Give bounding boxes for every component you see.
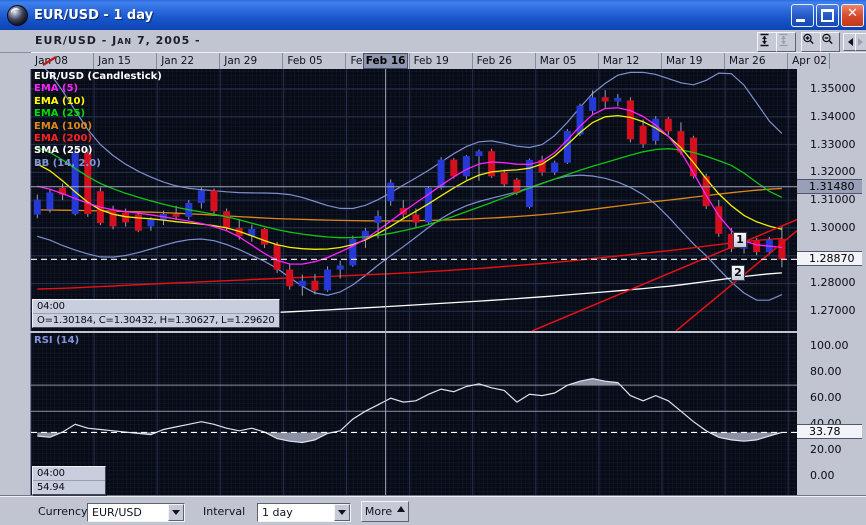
candle: [601, 97, 609, 102]
axis-tick-label: 1.33000: [810, 137, 856, 151]
legend-item: BB (14, 2.0): [34, 157, 101, 169]
price-tooltip-time: 04:00: [37, 301, 65, 312]
currency-value: EUR/USD: [92, 506, 142, 519]
currency-label: Currency: [38, 505, 88, 518]
candle: [223, 211, 231, 228]
axis-tick-label: 80.00: [810, 365, 842, 379]
axis-tick-label: 0.00: [810, 469, 835, 483]
candle: [336, 265, 344, 270]
candle: [664, 118, 672, 132]
currency-dropdown-button[interactable]: [168, 504, 184, 521]
rsi-tooltip-time: 04:00: [37, 468, 65, 479]
currency-select[interactable]: EUR/USD: [87, 503, 185, 522]
axis-highlight-label: 1.31480: [797, 178, 862, 194]
axis-tick-label: 1.34000: [810, 109, 856, 123]
legend-item: EMA (25): [34, 108, 86, 120]
candle: [172, 214, 180, 217]
value-axis-gutter: 1.35000 1.34000 1.33000 1.32000 1.31000 1.300…: [797, 69, 866, 496]
axis-tick-label: 1.31000: [810, 193, 856, 207]
candle: [261, 229, 268, 245]
chart-window: EUR/USD - 1 day ✕ EUR/USD - Jan 7, 2005 …: [0, 0, 866, 525]
trade-marker-1[interactable]: 1: [733, 232, 747, 248]
legend-item: EMA (100): [34, 120, 93, 132]
candle: [46, 192, 54, 210]
candle: [412, 214, 420, 223]
axis-highlight-label: 1.28870: [797, 251, 862, 267]
candle: [387, 182, 395, 202]
candle: [134, 214, 142, 231]
candle: [324, 269, 332, 291]
axis-tick-label: 1.28000: [810, 276, 856, 290]
legend-item: EUR/USD (Candlestick): [34, 71, 162, 82]
legend-item: EMA (5): [34, 83, 79, 95]
candle: [311, 280, 319, 291]
more-button-label: More: [364, 505, 393, 518]
candle: [298, 280, 306, 287]
rsi-tooltip-value: 54.94: [33, 480, 105, 494]
candle: [500, 172, 508, 185]
candle: [614, 97, 622, 102]
rsi-tooltip: 04:00 54.94: [32, 466, 106, 495]
candle: [210, 190, 218, 212]
interval-value: 1 day: [262, 506, 293, 519]
candle: [475, 151, 483, 157]
legend-item: EMA (10): [34, 95, 86, 107]
candle: [286, 269, 294, 287]
candle: [374, 215, 382, 223]
candle: [589, 97, 597, 111]
price-tooltip-ohlc: O=1.30184, C=1.30432, H=1.30627, L=1.296…: [33, 313, 279, 327]
chevron-down-icon: [338, 510, 346, 519]
chart-legend: EUR/USD (Candlestick) EMA (5) EMA (10) EMA …: [34, 71, 162, 170]
more-button[interactable]: More: [361, 501, 409, 522]
candle: [349, 239, 357, 266]
axis-tick-label: 1.35000: [810, 82, 856, 95]
candle: [753, 240, 761, 252]
candle: [551, 162, 559, 173]
trade-marker-2[interactable]: 2: [731, 265, 745, 281]
candle: [690, 137, 697, 177]
candle: [33, 199, 41, 215]
candle: [197, 190, 205, 203]
axis-tick-label: 1.32000: [810, 165, 856, 179]
chevron-down-icon: [172, 510, 180, 519]
control-bar: Currency EUR/USD Interval 1 day More: [0, 496, 866, 525]
candle: [147, 219, 155, 227]
axis-tick-label: 20.00: [810, 443, 842, 457]
chevron-up-icon: [397, 502, 406, 512]
axis-tick-label: 1.27000: [810, 304, 856, 318]
candle: [273, 244, 281, 270]
candle: [639, 125, 647, 144]
interval-label: Interval: [203, 505, 246, 518]
candle: [513, 179, 521, 193]
axis-tick-label: 100.00: [810, 339, 849, 353]
candle: [109, 209, 117, 227]
legend-item: EMA (200): [34, 133, 93, 145]
candle: [715, 206, 723, 234]
interval-dropdown-button[interactable]: [334, 504, 350, 521]
interval-select[interactable]: 1 day: [257, 503, 351, 522]
axis-tick-label: 60.00: [810, 391, 842, 405]
axis-tick-label: 1.30000: [810, 220, 856, 234]
candle: [462, 156, 470, 177]
rsi-panel-grid: [31, 333, 797, 496]
axis-highlight-label: 33.78: [797, 424, 862, 440]
candle: [626, 100, 634, 140]
price-tooltip: 04:00 O=1.30184, C=1.30432, H=1.30627, L…: [32, 299, 280, 328]
rsi-indicator-label: RSI (14): [34, 335, 80, 346]
legend-item: SMA (250): [34, 145, 93, 157]
candle: [450, 159, 458, 177]
